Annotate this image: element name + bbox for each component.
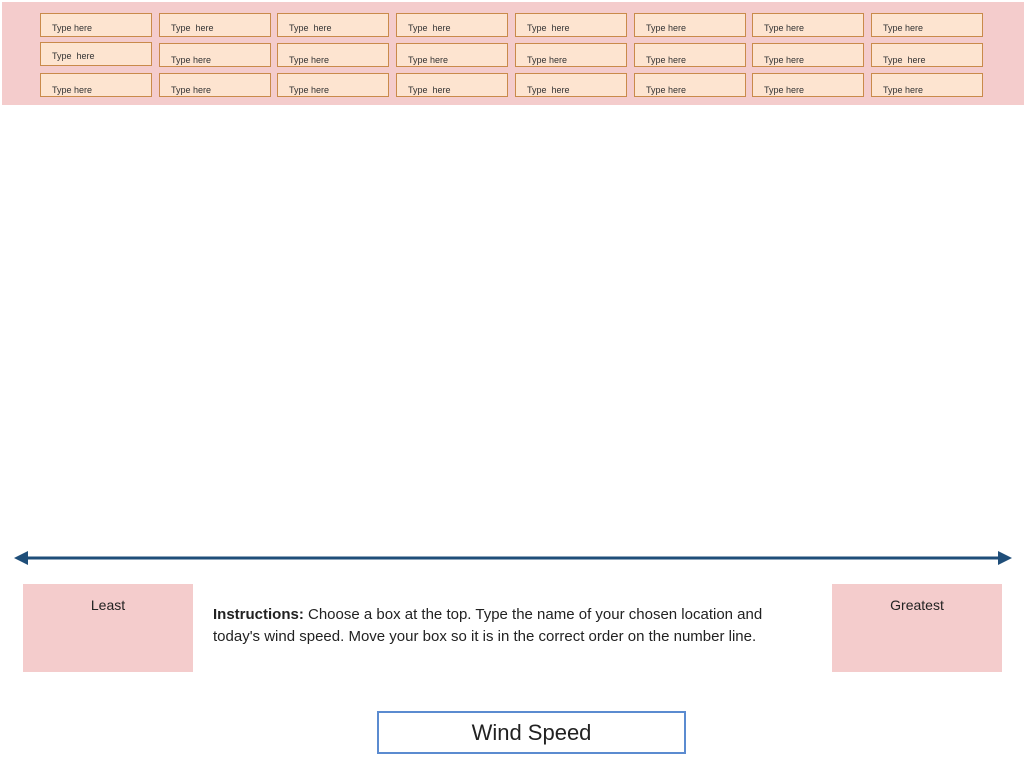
- page-title: Wind Speed: [471, 720, 592, 745]
- draggable-box[interactable]: Type here: [396, 73, 508, 97]
- least-label: Least: [90, 597, 126, 613]
- draggable-box[interactable]: Type here: [396, 43, 508, 67]
- draggable-box[interactable]: Type here: [515, 73, 627, 97]
- draggable-box[interactable]: Type here: [871, 73, 983, 97]
- draggable-box[interactable]: Type here: [634, 43, 746, 67]
- draggable-box[interactable]: Type here: [277, 13, 389, 37]
- draggable-box[interactable]: Type here: [752, 73, 864, 97]
- draggable-box[interactable]: Type here: [634, 73, 746, 97]
- draggable-box[interactable]: Type here: [159, 13, 271, 37]
- draggable-box[interactable]: Type here: [40, 73, 152, 97]
- draggable-box[interactable]: Type here: [515, 13, 627, 37]
- draggable-box[interactable]: Type here: [277, 43, 389, 67]
- number-line: [14, 551, 1012, 565]
- left-arrow-icon: [14, 551, 28, 565]
- greatest-box: Greatest: [832, 584, 1002, 672]
- draggable-box[interactable]: Type here: [752, 13, 864, 37]
- draggable-box[interactable]: Type here: [752, 43, 864, 67]
- draggable-box[interactable]: Type here: [159, 43, 271, 67]
- title-box: Wind Speed: [377, 711, 686, 754]
- instructions: Instructions: Choose a box at the top. T…: [213, 604, 813, 648]
- draggable-box[interactable]: Type here: [40, 42, 152, 66]
- right-arrow-icon: [998, 551, 1012, 565]
- draggable-box[interactable]: Type here: [871, 13, 983, 37]
- draggable-box[interactable]: Type here: [159, 73, 271, 97]
- draggable-box[interactable]: Type here: [277, 73, 389, 97]
- draggable-box[interactable]: Type here: [515, 43, 627, 67]
- least-box: Least: [23, 584, 193, 672]
- greatest-label: Greatest: [890, 597, 944, 613]
- instructions-label: Instructions:: [213, 606, 304, 623]
- draggable-box[interactable]: Type here: [871, 43, 983, 67]
- draggable-box[interactable]: Type here: [396, 13, 508, 37]
- draggable-box[interactable]: Type here: [634, 13, 746, 37]
- draggable-box[interactable]: Type here: [40, 13, 152, 37]
